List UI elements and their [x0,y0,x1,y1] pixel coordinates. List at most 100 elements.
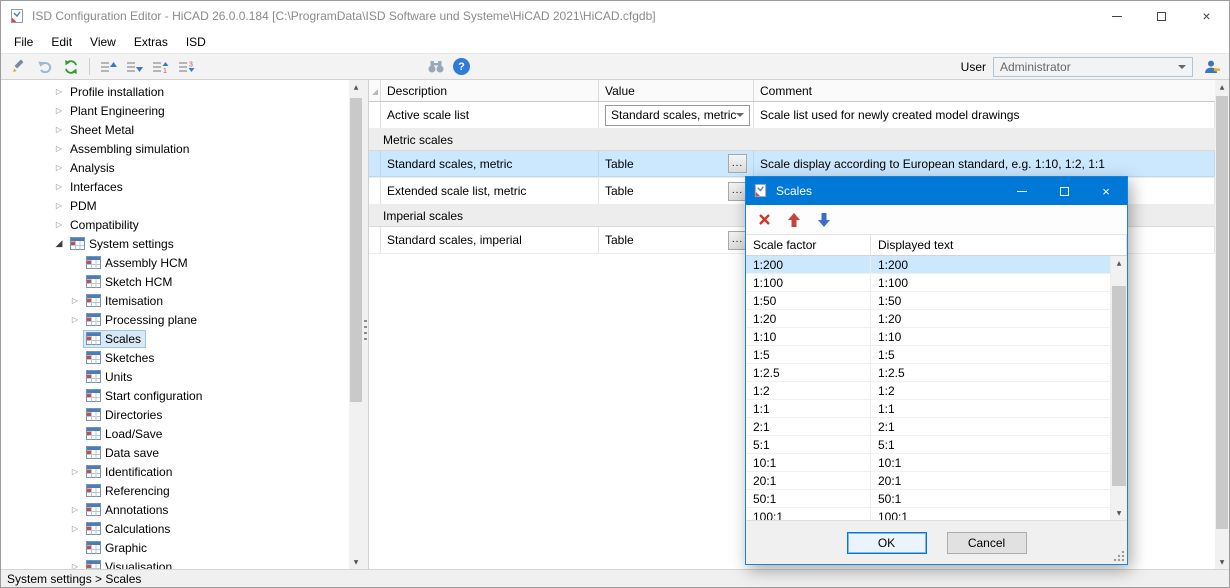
expand-arrow-icon[interactable]: ▷ [67,505,83,514]
search-binoculars-icon[interactable] [424,55,447,78]
dialog-minimize-button[interactable] [1001,177,1043,205]
resize-grip[interactable] [1113,550,1125,562]
scale-row-1-20[interactable]: 1:201:20 [746,310,1111,328]
expand-level-icon[interactable]: 1 [149,55,172,78]
tree-item-calculations[interactable]: ▷Calculations [1,519,349,538]
scale-row-1-5[interactable]: 1:51:5 [746,346,1111,364]
main-scrollbar[interactable]: ▲ ▼ [1215,80,1229,569]
settings-row-active-scale-list[interactable]: Active scale listStandard scales, metric… [369,102,1215,129]
scale-row-100-1[interactable]: 100:1100:1 [746,508,1111,520]
move-up-icon[interactable] [784,210,804,230]
panel-splitter[interactable] [363,80,368,569]
scroll-down-icon[interactable]: ▼ [1215,555,1229,569]
tree-scrollbar[interactable]: ▲ ▼ [349,80,363,569]
tree-item-sheet-metal[interactable]: ▷Sheet Metal [1,120,349,139]
menu-extras[interactable]: Extras [125,32,177,52]
close-button[interactable]: × [1184,1,1229,31]
move-down-icon[interactable] [814,210,834,230]
menu-view[interactable]: View [81,32,125,52]
expand-arrow-icon[interactable]: ▷ [51,182,67,191]
tree-item-units[interactable]: Units [1,367,349,386]
scale-row-10-1[interactable]: 10:110:1 [746,454,1111,472]
main-scrollbar-track[interactable] [1215,94,1229,555]
dialog-titlebar[interactable]: Scales × [746,177,1127,205]
tree-item-interfaces[interactable]: ▷Interfaces [1,177,349,196]
tree-item-profile-installation[interactable]: ▷Profile installation [1,82,349,101]
dialog-scrollbar-thumb[interactable] [1112,286,1126,486]
scale-row-20-1[interactable]: 20:120:1 [746,472,1111,490]
menu-edit[interactable]: Edit [42,32,81,52]
tree-item-sketch-hcm[interactable]: Sketch HCM [1,272,349,291]
tree-item-assembly-hcm[interactable]: Assembly HCM [1,253,349,272]
expand-arrow-icon[interactable]: ▷ [67,315,83,324]
tree-item-referencing[interactable]: Referencing [1,481,349,500]
dialog-close-button[interactable]: × [1085,177,1127,205]
column-header-comment[interactable]: Comment [754,80,1215,101]
user-combobox[interactable]: Administrator [993,57,1193,77]
scale-row-1-2-5[interactable]: 1:2.51:2.5 [746,364,1111,382]
refresh-icon[interactable] [59,55,82,78]
delete-icon[interactable] [754,210,774,230]
scroll-up-icon[interactable]: ▲ [1112,256,1126,270]
scale-row-1-2[interactable]: 1:21:2 [746,382,1111,400]
tree-item-visualisation[interactable]: ▷Visualisation [1,557,349,569]
tree-item-data-save[interactable]: Data save [1,443,349,462]
expand-all-icon[interactable] [97,55,120,78]
edit-pencil-icon[interactable] [7,55,30,78]
tree-item-load-save[interactable]: Load/Save [1,424,349,443]
expand-arrow-icon[interactable]: ▷ [51,163,67,172]
value-dropdown[interactable]: Standard scales, metric [605,105,750,126]
tree-item-identification[interactable]: ▷Identification [1,462,349,481]
tree-item-assembling-simulation[interactable]: ▷Assembling simulation [1,139,349,158]
collapse-arrow-icon[interactable]: ◢ [51,239,67,249]
tree-scrollbar-thumb[interactable] [350,98,362,402]
dialog-maximize-button[interactable] [1043,177,1085,205]
tree-item-directories[interactable]: Directories [1,405,349,424]
maximize-button[interactable] [1139,1,1184,31]
column-header-description[interactable]: Description [381,80,599,101]
expand-arrow-icon[interactable]: ▷ [67,562,83,569]
tree-item-pdm[interactable]: ▷PDM [1,196,349,215]
collapse-level-icon[interactable]: 3 [175,55,198,78]
expand-arrow-icon[interactable]: ▷ [51,106,67,115]
scroll-up-icon[interactable]: ▲ [1215,80,1229,94]
scale-row-1-1[interactable]: 1:11:1 [746,400,1111,418]
tree-item-itemisation[interactable]: ▷Itemisation [1,291,349,310]
column-header-scale-factor[interactable]: Scale factor [746,235,871,255]
tree-item-scales[interactable]: Scales [1,329,349,348]
tree-item-graphic[interactable]: Graphic [1,538,349,557]
menu-isd[interactable]: ISD [177,32,215,52]
expand-arrow-icon[interactable]: ▷ [51,220,67,229]
settings-row-standard-scales-metric[interactable]: Standard scales, metricTable...Scale dis… [369,151,1215,178]
tree-item-compatibility[interactable]: ▷Compatibility [1,215,349,234]
expand-arrow-icon[interactable]: ▷ [51,125,67,134]
scale-row-5-1[interactable]: 5:15:1 [746,436,1111,454]
tree-item-analysis[interactable]: ▷Analysis [1,158,349,177]
undo-icon[interactable] [33,55,56,78]
tree-item-annotations[interactable]: ▷Annotations [1,500,349,519]
tree-scrollbar-track[interactable] [349,94,363,555]
dialog-scrollbar-track[interactable] [1111,270,1127,506]
ok-button[interactable]: OK [847,532,927,554]
expand-arrow-icon[interactable]: ▷ [51,201,67,210]
scroll-up-icon[interactable]: ▲ [349,80,363,94]
expand-arrow-icon[interactable]: ▷ [67,296,83,305]
help-icon[interactable]: ? [450,55,473,78]
column-header-displayed-text[interactable]: Displayed text [871,235,1127,255]
tree-item-start-configuration[interactable]: Start configuration [1,386,349,405]
scale-row-1-200[interactable]: 1:2001:200 [746,256,1111,274]
scale-row-1-10[interactable]: 1:101:10 [746,328,1111,346]
expand-arrow-icon[interactable]: ▷ [67,524,83,533]
expand-arrow-icon[interactable]: ▷ [51,144,67,153]
tree-item-system-settings[interactable]: ◢System settings [1,234,349,253]
minimize-button[interactable] [1094,1,1139,31]
dialog-scrollbar[interactable]: ▲ ▼ [1111,256,1127,520]
expand-arrow-icon[interactable]: ▷ [67,467,83,476]
cancel-button[interactable]: Cancel [947,532,1027,554]
open-table-button[interactable]: ... [728,154,747,173]
menu-file[interactable]: File [5,32,42,52]
collapse-all-icon[interactable] [123,55,146,78]
tree-item-sketches[interactable]: Sketches [1,348,349,367]
scroll-down-icon[interactable]: ▼ [349,555,363,569]
scale-row-1-100[interactable]: 1:1001:100 [746,274,1111,292]
